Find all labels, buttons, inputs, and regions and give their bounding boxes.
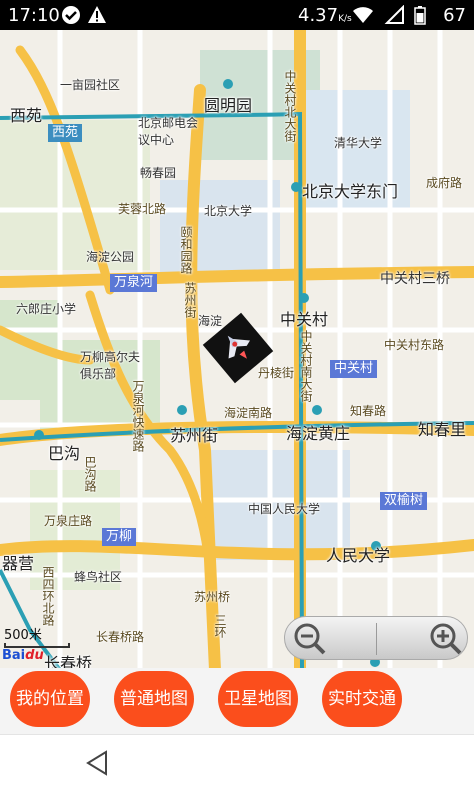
map-label: 一亩园社区 bbox=[60, 78, 121, 92]
map-label: 万泉河快速路 bbox=[131, 380, 145, 452]
map-label: 西苑 bbox=[48, 124, 83, 142]
map-label: 知春路 bbox=[350, 404, 387, 418]
zoom-control bbox=[284, 616, 468, 660]
map-label: 苏州街 bbox=[183, 282, 197, 318]
status-time: 17:10 bbox=[8, 5, 60, 26]
button-bar: 我的位置 普通地图 卫星地图 实时交通 bbox=[0, 668, 474, 734]
battery-level: 67 bbox=[443, 5, 466, 26]
map-label: 器营 bbox=[2, 554, 35, 573]
map-view[interactable]: 一亩园社区 西苑 西苑 圆明园 中关村北大街 清华大学 北京邮电会议中心 畅春园… bbox=[0, 30, 474, 668]
check-circle-icon bbox=[62, 6, 80, 24]
map-label: 北京大学 bbox=[204, 204, 253, 218]
map-label: 颐和园路 bbox=[179, 226, 193, 274]
battery-icon bbox=[414, 6, 426, 25]
status-bar: 17:10 4.37K/s 67 bbox=[0, 0, 474, 30]
baidu-logo: Baidu bbox=[2, 648, 44, 663]
map-label: 中关村三桥 bbox=[380, 271, 450, 287]
map-label: 苏州桥 bbox=[194, 590, 231, 604]
map-label: 中国人民大学 bbox=[248, 502, 321, 516]
map-label: 万泉河 bbox=[110, 274, 158, 292]
map-label: 万柳高尔夫俱乐部 bbox=[80, 350, 141, 381]
warning-icon bbox=[88, 6, 106, 23]
network-speed: 4.37K/s bbox=[298, 5, 352, 26]
satellite-map-button[interactable]: 卫星地图 bbox=[218, 671, 298, 727]
map-label: 清华大学 bbox=[334, 136, 383, 150]
map-label: 海淀 bbox=[198, 314, 223, 328]
back-icon[interactable] bbox=[84, 749, 112, 777]
map-label: 双榆树 bbox=[380, 492, 428, 510]
scale-bar: 500米 bbox=[4, 624, 70, 648]
map-label: 三环 bbox=[213, 614, 227, 638]
map-label: 北京大学东门 bbox=[302, 182, 399, 201]
map-label: 巴沟 bbox=[48, 444, 81, 463]
my-location-button[interactable]: 我的位置 bbox=[10, 671, 90, 727]
zoom-in-icon[interactable] bbox=[429, 622, 463, 656]
map-label: 万泉庄路 bbox=[44, 514, 93, 528]
map-label: 万柳 bbox=[102, 528, 137, 546]
map-label: 西四环北路 bbox=[41, 566, 55, 626]
wifi-icon bbox=[353, 7, 373, 23]
map-label: 成府路 bbox=[426, 176, 463, 190]
map-label: 中关村北大街 bbox=[283, 70, 297, 142]
map-label: 海淀南路 bbox=[224, 406, 273, 420]
map-label: 知春里 bbox=[418, 420, 467, 439]
map-label: 长春桥路 bbox=[96, 630, 145, 644]
map-label: 中关村 bbox=[330, 360, 378, 378]
navigation-bar bbox=[0, 734, 474, 790]
map-label: 中关村 bbox=[280, 310, 329, 329]
map-label: 畅春园 bbox=[140, 166, 177, 180]
map-label: 北京邮电会议中心 bbox=[138, 116, 199, 147]
normal-map-button[interactable]: 普通地图 bbox=[114, 671, 194, 727]
map-label: 长春桥 bbox=[44, 654, 93, 668]
map-label: 芙蓉北路 bbox=[118, 202, 167, 216]
map-label: 中关村东路 bbox=[384, 338, 445, 352]
map-label: 海淀公园 bbox=[86, 250, 135, 264]
map-label: 蜂鸟社区 bbox=[74, 570, 123, 584]
map-label: 巴沟路 bbox=[83, 456, 97, 492]
traffic-button[interactable]: 实时交通 bbox=[322, 671, 402, 727]
map-label: 丹棱街 bbox=[258, 366, 295, 380]
map-label: 人民大学 bbox=[326, 546, 391, 565]
cell-signal-icon bbox=[384, 5, 404, 24]
map-label: 中关村南大街 bbox=[299, 330, 313, 402]
map-label: 圆明园 bbox=[204, 96, 253, 115]
scale-label: 500米 bbox=[4, 628, 42, 643]
map-label: 西苑 bbox=[10, 106, 43, 125]
map-label: 苏州街 bbox=[170, 426, 219, 445]
zoom-out-icon[interactable] bbox=[293, 622, 327, 656]
map-label: 六郎庄小学 bbox=[16, 302, 77, 316]
map-label: 海淀黄庄 bbox=[286, 424, 351, 443]
